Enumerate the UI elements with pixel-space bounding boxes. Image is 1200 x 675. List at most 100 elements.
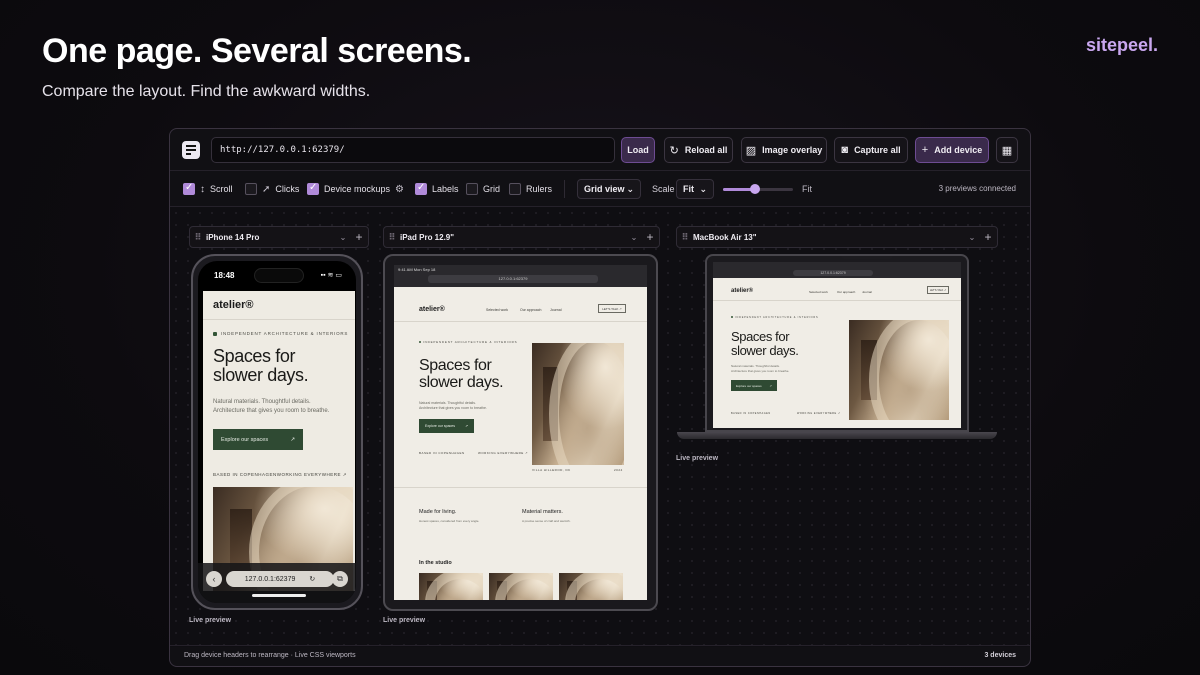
- hero-photo: [532, 343, 624, 465]
- hero-photo: [849, 320, 949, 420]
- macbook-base: [677, 432, 997, 439]
- reload-all-button[interactable]: ↻ Reload all: [664, 137, 733, 163]
- lets-talk-button[interactable]: LET'S TALK ↗: [598, 304, 626, 313]
- phone-page[interactable]: atelier® INDEPENDENT ARCHITECTURE & INTE…: [203, 291, 355, 591]
- load-button[interactable]: Load: [621, 137, 655, 163]
- drag-handle-icon[interactable]: ⠿: [677, 232, 693, 243]
- mockups-option[interactable]: Device mockups ⚙: [307, 182, 404, 196]
- site-logo[interactable]: atelier®: [419, 306, 445, 313]
- arrow-icon: ↗: [465, 424, 468, 428]
- preview-canvas: ⠿ iPhone 14 Pro ⌄ + 18:48 ▪▪ ≋ ▭ atelier…: [170, 207, 1030, 647]
- app-window: Load ↻ Reload all ▨ Image overlay ◙ Capture…: [169, 128, 1031, 667]
- tabs-icon[interactable]: ⧉: [332, 571, 348, 587]
- meta-location: BASED IN COPENHAGEN: [731, 412, 771, 415]
- device-header-ipad[interactable]: ⠿ iPad Pro 12.9" ⌄ +: [383, 226, 660, 248]
- site-headline: Spaces for slower days.: [731, 330, 799, 357]
- reload-icon[interactable]: ↻: [309, 575, 315, 583]
- settings-icon[interactable]: ⚙: [395, 184, 404, 195]
- plus-icon[interactable]: +: [350, 230, 368, 244]
- nav-link-journal[interactable]: Journal: [550, 308, 561, 312]
- image-overlay-button[interactable]: ▨ Image overlay: [741, 137, 827, 163]
- options-toolbar: ↕ Scroll ➚ Clicks Device mockups ⚙ Labels G…: [170, 171, 1030, 207]
- chevron-down-icon[interactable]: ⌄: [965, 233, 979, 242]
- nav-link-approach[interactable]: Our approach: [837, 290, 855, 294]
- grid-icon: ▦: [1001, 144, 1013, 157]
- cta-button[interactable]: Explore our spaces ↗: [213, 429, 303, 450]
- url-input[interactable]: [211, 137, 615, 163]
- divider: [713, 300, 961, 301]
- scroll-checkbox[interactable]: [183, 182, 195, 195]
- rulers-option[interactable]: Rulers: [509, 182, 552, 196]
- capture-label: Capture all: [854, 145, 901, 155]
- headline-line-2: slower days.: [213, 364, 309, 385]
- phone-url-bar[interactable]: 127.0.0.1:62379 ↻: [226, 571, 334, 587]
- site-eyebrow: INDEPENDENT ARCHITECTURE & INTERIORS: [731, 316, 818, 319]
- back-icon[interactable]: ‹: [206, 571, 222, 587]
- fit-label: Fit: [802, 184, 812, 194]
- iphone-screen[interactable]: 18:48 ▪▪ ≋ ▭ atelier® INDEPENDENT ARCHIT…: [198, 261, 356, 603]
- studio-photo-2: [489, 573, 553, 600]
- bullet-icon: [419, 341, 421, 344]
- macbook-mockup: 127.0.0.1:62379 atelier® Selected work O…: [677, 254, 997, 439]
- divider: [203, 319, 355, 320]
- clicks-checkbox[interactable]: [245, 183, 257, 195]
- mockups-checkbox[interactable]: [307, 182, 319, 195]
- rulers-checkbox[interactable]: [509, 183, 521, 195]
- chevron-down-icon: ⌄: [699, 183, 707, 194]
- meta-location: BASED IN COPENHAGEN: [213, 472, 277, 477]
- labels-label: Labels: [432, 184, 459, 194]
- layout-grid-button[interactable]: ▦: [996, 137, 1018, 163]
- clicks-option[interactable]: ➚ Clicks: [245, 182, 299, 196]
- nav-link-work[interactable]: Selected work: [809, 290, 828, 294]
- macbook-screen[interactable]: 127.0.0.1:62379 atelier® Selected work O…: [713, 262, 961, 428]
- drag-handle-icon[interactable]: ⠿: [384, 232, 400, 243]
- nav-link-approach[interactable]: Our approach: [520, 308, 541, 312]
- zoom-slider[interactable]: [723, 184, 793, 194]
- grid-option[interactable]: Grid: [466, 182, 500, 196]
- lets-talk-button[interactable]: LET'S TALK ↗: [927, 286, 949, 294]
- scroll-option[interactable]: ↕ Scroll: [183, 182, 233, 196]
- cta-button[interactable]: Explore our spaces ↗: [731, 380, 777, 391]
- labels-checkbox[interactable]: [415, 182, 427, 195]
- plus-icon[interactable]: +: [641, 230, 659, 244]
- macbook-lid: 127.0.0.1:62379 atelier® Selected work O…: [705, 254, 969, 432]
- meta-working[interactable]: WORKING EVERYWHERE ↗: [797, 412, 840, 415]
- meta-working[interactable]: WORKING EVERYWHERE ↗: [478, 451, 528, 455]
- add-device-button[interactable]: + Add device: [915, 137, 989, 163]
- brand-logo[interactable]: sitepeel.: [1086, 35, 1158, 56]
- plus-icon[interactable]: +: [979, 230, 997, 244]
- site-logo[interactable]: atelier®: [213, 299, 254, 311]
- main-toolbar: Load ↻ Reload all ▨ Image overlay ◙ Capture…: [170, 129, 1030, 171]
- load-label: Load: [627, 145, 649, 155]
- feature-2-body: A precise sense of craft and warmth.: [522, 519, 571, 523]
- device-header-macbook[interactable]: ⠿ MacBook Air 13" ⌄ +: [676, 226, 998, 248]
- nav-link-journal[interactable]: Journal: [862, 290, 872, 294]
- meta-working[interactable]: WORKING EVERYWHERE ↗: [277, 472, 347, 478]
- nav-link-work[interactable]: Selected work: [486, 308, 508, 312]
- scale-select[interactable]: Fit ⌄: [676, 179, 714, 199]
- view-mode-select[interactable]: Grid view ⌄: [577, 179, 641, 199]
- chevron-down-icon[interactable]: ⌄: [336, 233, 350, 242]
- ipad-url[interactable]: 127.0.0.1:62379: [428, 275, 598, 283]
- capture-all-button[interactable]: ◙ Capture all: [834, 137, 908, 163]
- ipad-screen[interactable]: 9:41 AM Mon Sep 18 127.0.0.1:62379 ateli…: [394, 265, 647, 600]
- device-header-iphone[interactable]: ⠿ iPhone 14 Pro ⌄ +: [189, 226, 369, 248]
- scroll-icon: ↕: [200, 183, 205, 195]
- labels-option[interactable]: Labels: [415, 182, 459, 196]
- site-logo[interactable]: atelier®: [731, 288, 753, 294]
- device-name: iPad Pro 12.9": [400, 232, 455, 242]
- eyebrow-text: INDEPENDENT ARCHITECTURE & INTERIORS: [221, 331, 349, 336]
- cta-button[interactable]: Explore our spaces ↗: [419, 419, 474, 433]
- chevron-down-icon[interactable]: ⌄: [627, 233, 641, 242]
- phone-url: 127.0.0.1:62379: [244, 575, 296, 583]
- hero-subtitle: Compare the layout. Find the awkward wid…: [42, 83, 371, 100]
- feature-2-title: Material matters.: [522, 509, 563, 515]
- drag-handle-icon[interactable]: ⠿: [190, 232, 206, 243]
- slider-handle[interactable]: [749, 184, 760, 194]
- studio-photo-3: [559, 573, 623, 600]
- camera-icon: ◙: [841, 144, 849, 156]
- view-mode-value: Grid view: [584, 184, 625, 194]
- live-preview-label: Live preview: [189, 617, 232, 624]
- macbook-url[interactable]: 127.0.0.1:62379: [793, 270, 873, 276]
- grid-checkbox[interactable]: [466, 183, 478, 195]
